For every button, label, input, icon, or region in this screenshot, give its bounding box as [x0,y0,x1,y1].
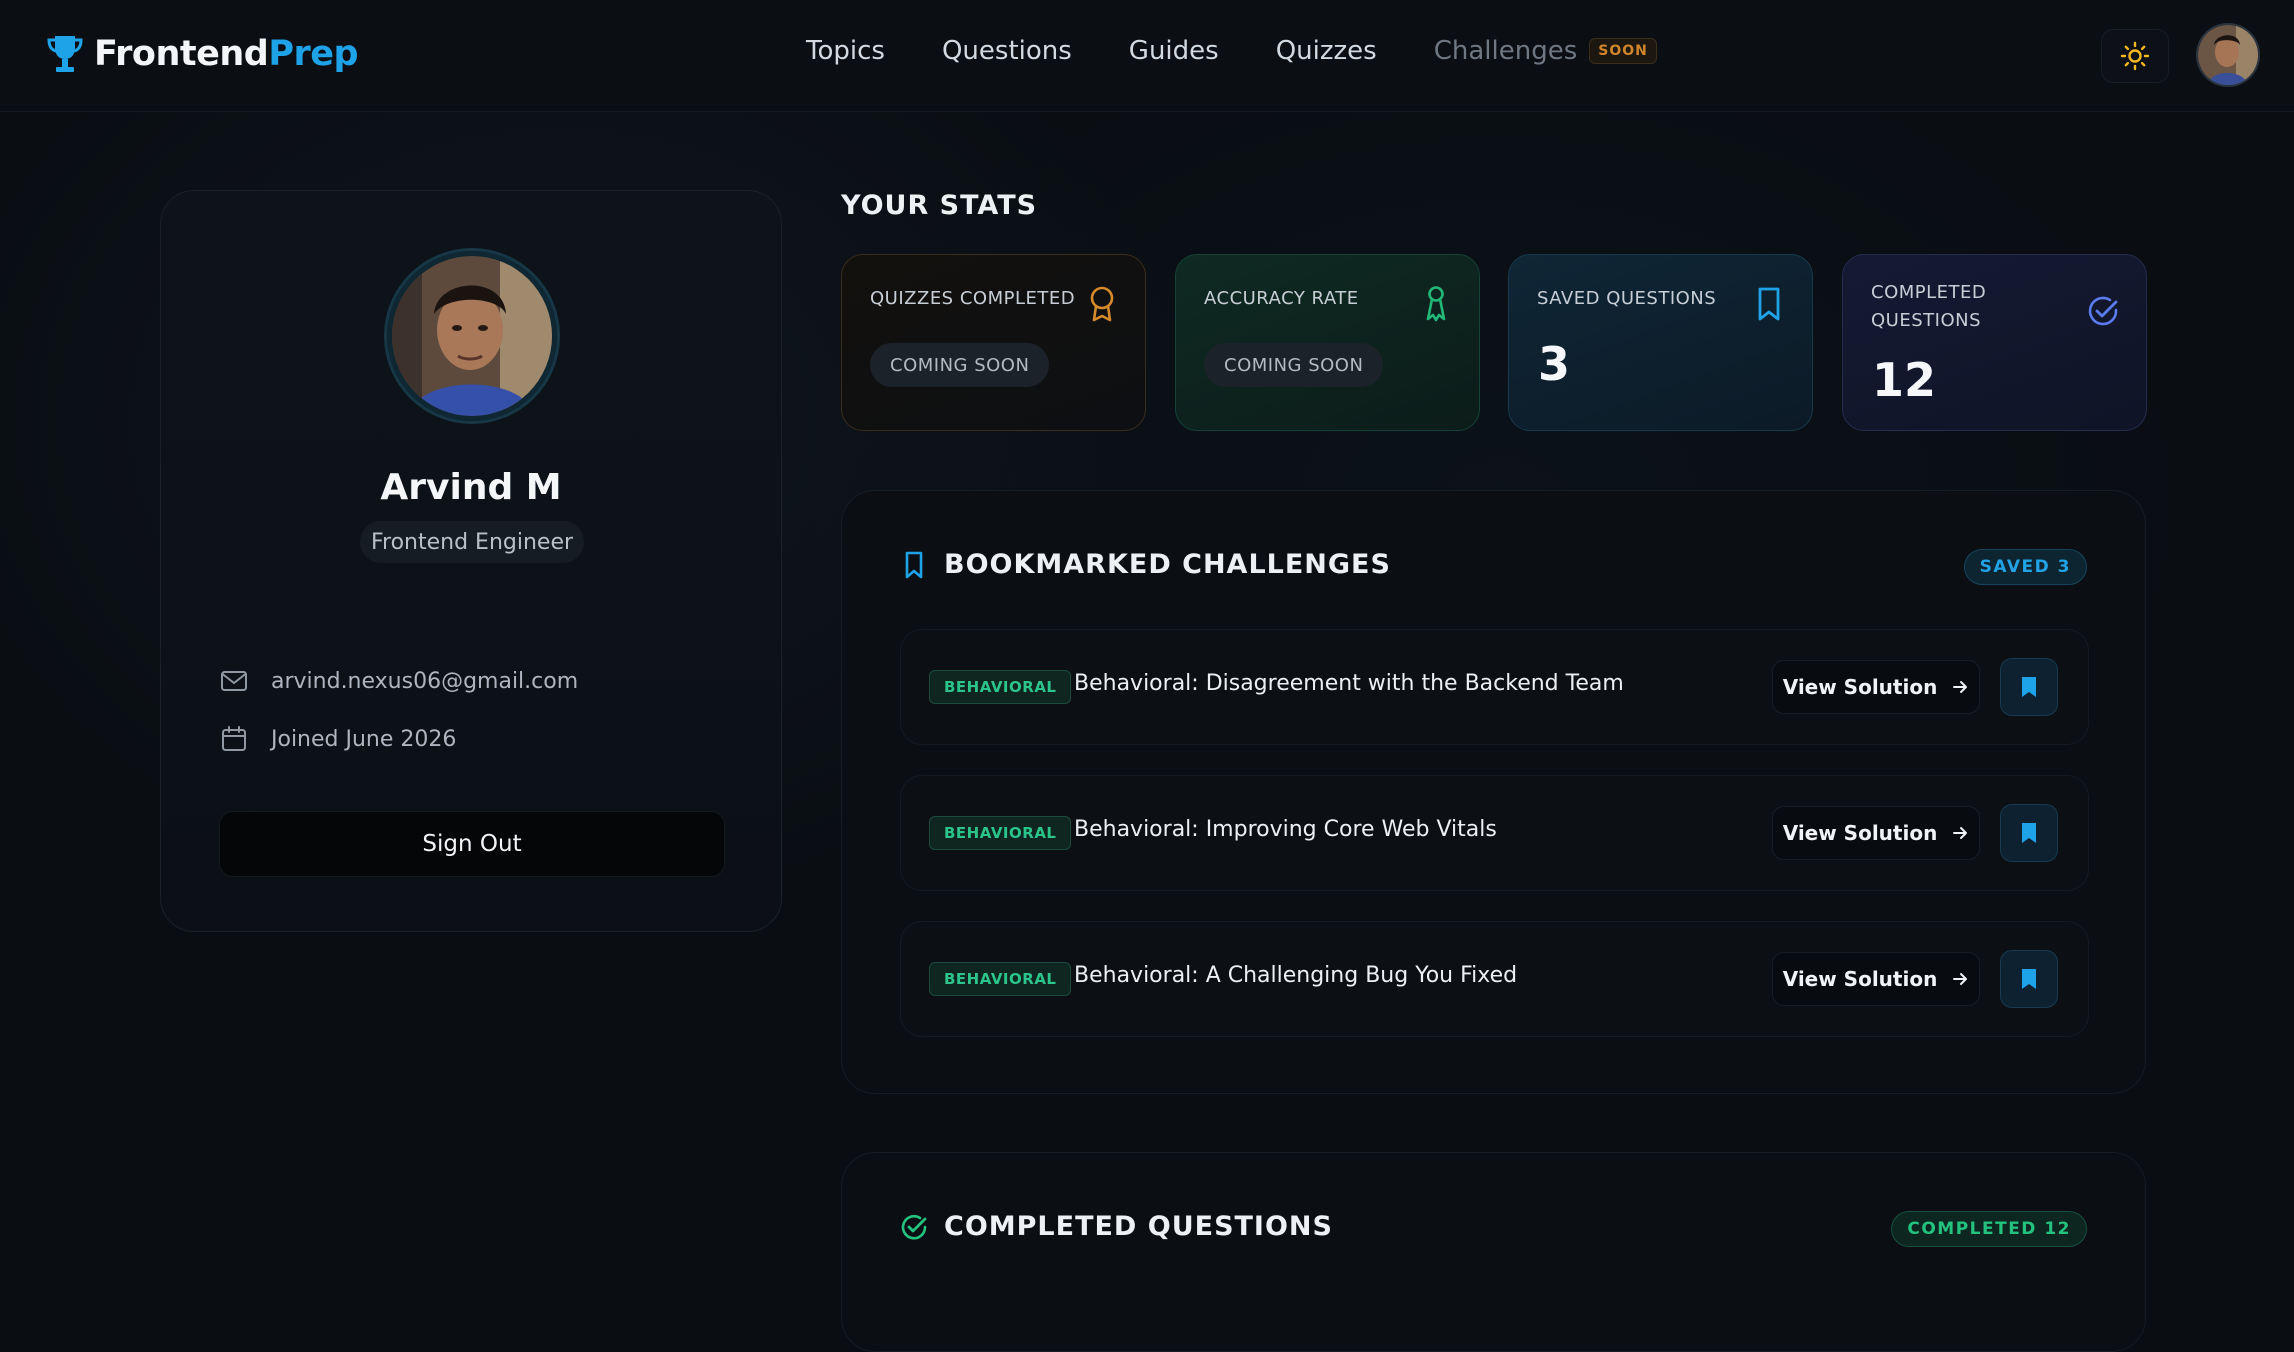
medal-icon [1090,286,1114,322]
view-solution-button[interactable]: View Solution [1772,952,1980,1006]
sign-out-button[interactable]: Sign Out [219,811,725,877]
stat-quizzes-completed: QUIZZES COMPLETED COMING SOON [841,254,1146,431]
bookmark-icon [1758,287,1780,321]
remove-bookmark-button[interactable] [2000,658,2058,716]
view-solution-button[interactable]: View Solution [1772,660,1980,714]
joined-row: Joined June 2026 [219,724,456,754]
profile-email: arvind.nexus06@gmail.com [271,668,579,694]
remove-bookmark-button[interactable] [2000,804,2058,862]
trophy-icon [47,36,83,72]
list-item[interactable]: BEHAVIORAL Behavioral: Improving Core We… [900,775,2089,891]
bookmark-icon [905,551,923,578]
stat-accuracy-rate: ACCURACY RATE COMING SOON [1175,254,1480,431]
mail-icon [221,671,247,691]
stat-value: 12 [1872,353,1937,407]
section-header: COMPLETED QUESTIONS [900,1211,1333,1242]
top-navbar: FrontendPrep Topics Questions Guides Qui… [0,0,2294,112]
nav-guides[interactable]: Guides [1129,36,1219,66]
coming-soon-pill: COMING SOON [870,343,1050,387]
completed-count-badge: COMPLETED 12 [1891,1211,2087,1247]
stat-label: SAVED QUESTIONS [1537,288,1717,309]
bookmark-filled-icon [2022,677,2036,697]
email-row: arvind.nexus06@gmail.com [219,666,578,696]
profile-role-badge: Frontend Engineer [360,521,584,563]
remove-bookmark-button[interactable] [2000,950,2058,1008]
bookmarked-challenges-section: BOOKMARKED CHALLENGES SAVED 3 BEHAVIORAL… [841,490,2146,1094]
section-title: COMPLETED QUESTIONS [944,1211,1333,1242]
stat-label-line2: QUESTIONS [1871,310,1982,331]
saved-count-badge: SAVED 3 [1963,549,2087,585]
challenge-title[interactable]: Behavioral: Improving Core Web Vitals [1074,817,1497,842]
profile-avatar [387,251,557,421]
nav-topics[interactable]: Topics [806,36,885,66]
theme-toggle-button[interactable] [2101,29,2169,83]
ribbon-icon [1426,286,1446,322]
sun-icon [2120,41,2150,71]
calendar-icon [222,726,246,751]
brand-name-part1: Frontend [94,34,269,74]
main-menu: Topics Questions Guides Quizzes Challeng… [806,36,1657,66]
challenge-title[interactable]: Behavioral: Disagreement with the Backen… [1074,671,1624,696]
check-circle-icon [2088,296,2118,326]
user-avatar-button[interactable] [2196,23,2260,87]
arrow-right-icon [1953,973,1968,985]
bookmark-filled-icon [2022,823,2036,843]
profile-card: Arvind M Frontend Engineer arvind.nexus0… [160,190,782,932]
stat-value: 3 [1538,337,1571,391]
nav-quizzes[interactable]: Quizzes [1276,36,1377,66]
arrow-right-icon [1953,827,1968,839]
category-tag: BEHAVIORAL [929,962,1072,996]
check-circle-icon [901,1214,927,1239]
view-solution-label: View Solution [1782,821,1938,845]
nav-challenges[interactable]: Challenges [1434,36,1578,66]
stat-label: QUIZZES COMPLETED [870,288,1076,309]
avatar [2198,25,2258,85]
stat-completed-questions: COMPLETED QUESTIONS 12 [1842,254,2147,431]
brand-name-part2: Prep [268,34,359,74]
category-tag: BEHAVIORAL [929,670,1072,704]
profile-joined: Joined June 2026 [271,726,457,752]
coming-soon-pill: COMING SOON [1204,343,1384,387]
section-title: BOOKMARKED CHALLENGES [944,549,1391,580]
view-solution-label: View Solution [1782,675,1938,699]
list-item[interactable]: BEHAVIORAL Behavioral: Disagreement with… [900,629,2089,745]
stat-label: COMPLETED [1871,282,1987,303]
stat-label: ACCURACY RATE [1204,288,1359,309]
stat-saved-questions: SAVED QUESTIONS 3 [1508,254,1813,431]
completed-questions-section: COMPLETED QUESTIONS COMPLETED 12 [841,1152,2146,1352]
list-item[interactable]: BEHAVIORAL Behavioral: A Challenging Bug… [900,921,2089,1037]
brand-logo[interactable]: FrontendPrep [46,32,359,76]
arrow-right-icon [1953,681,1968,693]
category-tag: BEHAVIORAL [929,816,1072,850]
bookmark-filled-icon [2022,969,2036,989]
stats-heading: YOUR STATS [841,190,1038,221]
challenge-title[interactable]: Behavioral: A Challenging Bug You Fixed [1074,963,1517,988]
profile-name: Arvind M [380,467,562,508]
soon-badge: SOON [1589,38,1657,64]
section-header: BOOKMARKED CHALLENGES [900,549,1391,580]
nav-questions[interactable]: Questions [942,36,1072,66]
view-solution-button[interactable]: View Solution [1772,806,1980,860]
view-solution-label: View Solution [1782,967,1938,991]
